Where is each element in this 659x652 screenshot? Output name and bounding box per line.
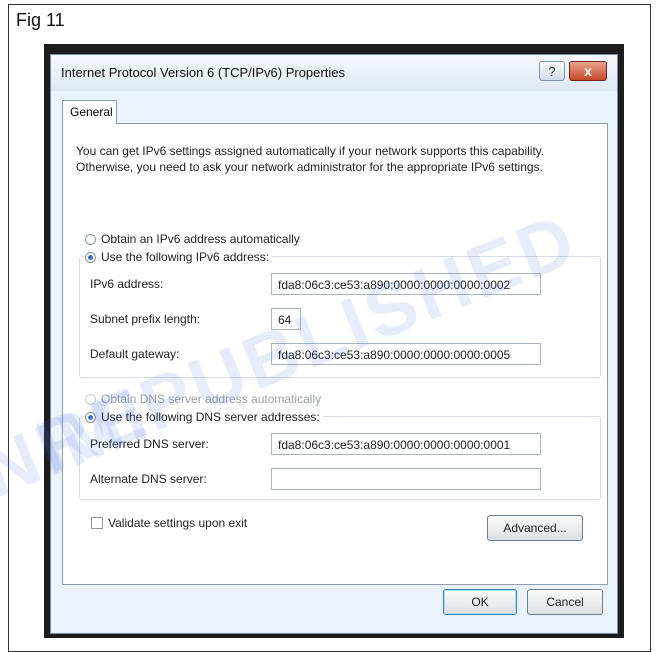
advanced-button[interactable]: Advanced... — [487, 515, 583, 541]
checkbox-label: Validate settings upon exit — [108, 516, 248, 530]
preferred-dns-input[interactable]: fda8:06c3:ce53:a890:0000:0000:0000:0001 — [271, 433, 541, 455]
cancel-button[interactable]: Cancel — [527, 589, 603, 615]
intro-text: You can get IPv6 settings assigned autom… — [76, 144, 545, 174]
radio-button[interactable] — [85, 233, 96, 245]
radio-obtain-ipv6-auto[interactable]: Obtain an IPv6 address automatically — [85, 232, 300, 246]
radio-button[interactable] — [85, 393, 96, 405]
validate-settings-checkbox[interactable]: Validate settings upon exit — [91, 516, 247, 530]
checkbox-box[interactable] — [91, 517, 103, 529]
preferred-dns-label: Preferred DNS server: — [90, 437, 209, 451]
alternate-dns-label: Alternate DNS server: — [90, 472, 207, 486]
close-button[interactable]: x — [569, 61, 607, 81]
help-button[interactable]: ? — [539, 61, 565, 81]
radio-use-following-dns[interactable]: Use the following DNS server addresses: — [85, 410, 323, 424]
ipv6-address-label: IPv6 address: — [90, 277, 164, 291]
alternate-dns-input[interactable] — [271, 468, 541, 490]
default-gateway-label: Default gateway: — [90, 347, 180, 361]
subnet-prefix-input[interactable]: 64 — [271, 308, 301, 330]
ipv6-properties-dialog: Internet Protocol Version 6 (TCP/IPv6) P… — [50, 54, 618, 634]
figure-label: Fig 11 — [16, 10, 65, 30]
radio-label: Use the following IPv6 address: — [101, 250, 270, 264]
ok-button[interactable]: OK — [443, 589, 517, 615]
ipv6-address-input[interactable]: fda8:06c3:ce53:a890:0000:0000:0000:0002 — [271, 273, 541, 295]
radio-label: Use the following DNS server addresses: — [101, 410, 320, 424]
radio-button-checked[interactable] — [85, 411, 96, 423]
radio-label: Obtain an IPv6 address automatically — [101, 232, 300, 246]
radio-use-following-ipv6[interactable]: Use the following IPv6 address: — [85, 250, 273, 264]
radio-obtain-dns-auto[interactable]: Obtain DNS server address automatically — [85, 392, 321, 406]
general-panel: You can get IPv6 settings assigned autom… — [62, 123, 608, 585]
tab-general[interactable]: General — [62, 100, 117, 124]
subnet-prefix-label: Subnet prefix length: — [90, 312, 201, 326]
title-bar: Internet Protocol Version 6 (TCP/IPv6) P… — [51, 55, 617, 91]
radio-button-checked[interactable] — [85, 251, 96, 263]
default-gateway-input[interactable]: fda8:06c3:ce53:a890:0000:0000:0000:0005 — [271, 343, 541, 365]
radio-label: Obtain DNS server address automatically — [101, 392, 322, 406]
dialog-title: Internet Protocol Version 6 (TCP/IPv6) P… — [61, 65, 345, 80]
